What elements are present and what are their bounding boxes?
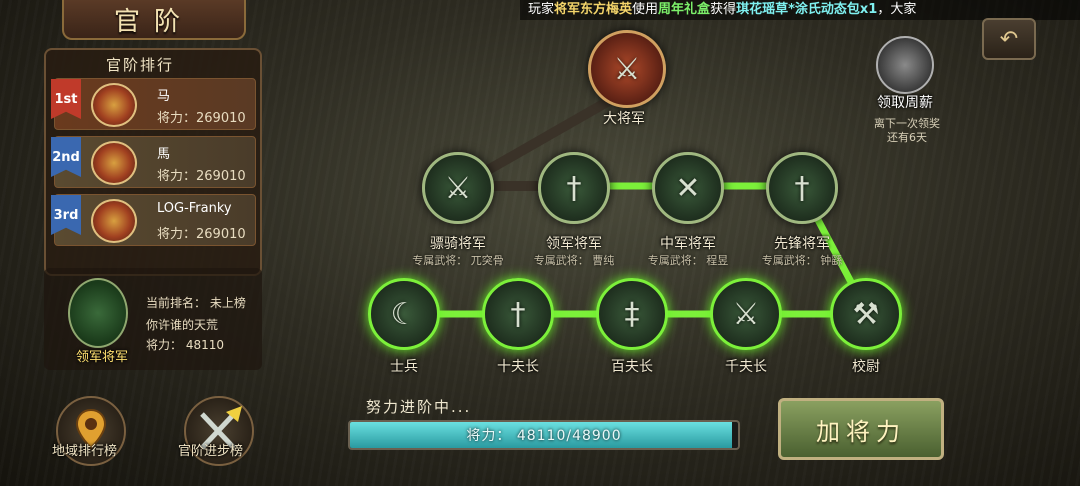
axe-icon: ⚒ <box>852 296 880 332</box>
rank-node-label: 大将军 <box>603 111 645 127</box>
halberd-icon: ‡ <box>624 296 640 332</box>
wage-label: 领取周薪 <box>877 95 933 111</box>
triple-swords-icon: † <box>566 170 582 206</box>
sword-icon: † <box>794 170 810 206</box>
rank-node-label: 骠骑将军 <box>430 236 486 252</box>
status-text: 努力进阶中... <box>366 398 472 416</box>
wage-note: 离下一次领奖 还有6天 <box>852 117 962 145</box>
weekly-wage-button[interactable]: 领取周薪 <box>862 36 948 116</box>
power-progress-bar: 将力： 48110/48900 <box>348 420 740 450</box>
treasure-chest-icon <box>876 36 934 94</box>
crossed-swords-icon: ✕ <box>675 170 701 206</box>
rank-node-label: 百夫长 <box>611 359 653 375</box>
sickle-icon: ☾ <box>390 296 418 332</box>
rank-node-general[interactable]: ⚔ <box>422 152 494 224</box>
wage-note-line2: 还有6天 <box>887 131 927 144</box>
rank-node-soldier[interactable]: ☾ <box>368 278 440 350</box>
dagger-icon: † <box>510 296 526 332</box>
rank-node-soldier[interactable]: † <box>482 278 554 350</box>
rank-node-soldier[interactable]: ⚒ <box>830 278 902 350</box>
rank-node-soldier[interactable]: ‡ <box>596 278 668 350</box>
rank-node-label: 士兵 <box>390 359 418 375</box>
wage-note-line1: 离下一次领奖 <box>874 117 940 130</box>
crossed-swords-icon: ⚔ <box>444 170 472 206</box>
rank-node-soldier[interactable]: ⚔ <box>710 278 782 350</box>
rank-node-general[interactable]: † <box>538 152 610 224</box>
rank-node-label: 十夫长 <box>497 359 539 375</box>
rank-node-sub: 专属武将： 钟繇 <box>761 254 843 267</box>
rank-node-sub: 专属武将： 程昱 <box>647 254 729 267</box>
progress-text: 将力： 48110/48900 <box>466 428 622 444</box>
rank-node-sub: 专属武将： 曹纯 <box>533 254 615 267</box>
rank-node-sub: 专属武将： 兀突骨 <box>412 254 504 267</box>
rank-node-general[interactable]: † <box>766 152 838 224</box>
rank-node-top[interactable]: ⚔ <box>588 30 666 108</box>
rank-node-label: 校尉 <box>852 359 880 375</box>
rank-node-label: 先锋将军 <box>774 236 830 252</box>
rank-node-label: 中军将军 <box>660 236 716 252</box>
rank-node-label: 千夫长 <box>725 359 767 375</box>
axe-emblem-icon: ⚔ <box>613 51 641 87</box>
glaive-icon: ⚔ <box>732 296 760 332</box>
rank-node-general[interactable]: ✕ <box>652 152 724 224</box>
rank-node-label: 领军将军 <box>546 236 602 252</box>
add-power-button[interactable]: 加将力 <box>778 398 944 460</box>
